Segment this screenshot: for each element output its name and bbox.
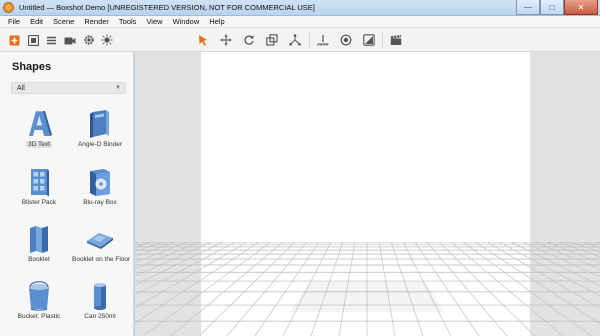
floor-shadow — [290, 282, 445, 312]
grid-line — [135, 242, 164, 253]
grid-line — [438, 242, 536, 336]
grid-line — [135, 242, 260, 324]
shape-label: Angle-D Binder — [77, 141, 123, 148]
app-icon[interactable]: ⌂ — [3, 2, 14, 13]
grid-line — [142, 242, 272, 336]
target-icon[interactable] — [340, 34, 352, 46]
menu-file[interactable]: File — [0, 17, 25, 26]
panel-title: Shapes — [12, 61, 52, 73]
shape-item-angle-d-binder[interactable]: Angle-D Binder — [70, 109, 130, 161]
select-arrow-icon[interactable] — [197, 34, 209, 46]
shape-item-can-250ml[interactable]: Can 250ml — [70, 281, 130, 333]
grid-line — [135, 242, 236, 296]
bluray-box-icon — [85, 167, 115, 197]
grid-line — [450, 242, 564, 336]
ground-icon[interactable] — [317, 34, 329, 46]
menu-tools[interactable]: Tools — [114, 17, 142, 26]
bucket-icon — [24, 281, 54, 311]
grid-line — [474, 242, 600, 325]
shape-item-booklet-on-the-floor[interactable]: Booklet on the Floor — [70, 224, 130, 276]
title-bar: ⌂ Untitled — Boxshot Demo [UNREGISTERED … — [0, 0, 600, 16]
grid-line — [522, 242, 600, 278]
menu-edit[interactable]: Edit — [25, 17, 48, 26]
camera-icon[interactable] — [64, 34, 76, 46]
shape-item-3d-text[interactable]: 3D Text — [9, 109, 69, 161]
maximize-button[interactable]: □ — [540, 0, 564, 15]
shape-label: Blu-ray Box — [83, 199, 117, 206]
floor-grid — [135, 242, 600, 336]
scale-icon[interactable] — [266, 34, 278, 46]
render-clapper-icon[interactable] — [390, 34, 402, 46]
can-icon — [85, 281, 115, 311]
shape-label: Booklet on the Floor — [72, 256, 131, 263]
shape-label: Booklet — [28, 256, 50, 263]
rotate-icon[interactable] — [243, 34, 255, 46]
chevron-down-icon: ▼ — [115, 85, 121, 91]
filter-value: All — [17, 85, 25, 92]
grid-line — [170, 242, 284, 336]
grid-line — [498, 242, 600, 297]
menu-help[interactable]: Help — [204, 17, 229, 26]
text-3d-icon — [24, 109, 54, 139]
axis-icon[interactable] — [289, 34, 301, 46]
grid-line — [426, 242, 508, 336]
move-icon[interactable] — [220, 34, 232, 46]
binder-icon — [85, 109, 115, 139]
grid-line — [226, 242, 308, 336]
gear-icon[interactable] — [83, 34, 95, 46]
grid-line — [558, 242, 600, 258]
material-icon[interactable] — [363, 34, 375, 46]
window-controls: — □ ✕ — [516, 0, 598, 15]
grid-line — [570, 242, 600, 253]
booklet-floor-icon — [85, 224, 115, 254]
toolbar — [0, 28, 600, 52]
toolbar-separator — [309, 33, 310, 47]
shape-label: Can 250ml — [84, 313, 116, 320]
booklet-icon — [24, 224, 54, 254]
shape-item-blu-ray-box[interactable]: Blu-ray Box — [70, 167, 130, 219]
shape-item-booklet[interactable]: Booklet — [9, 224, 69, 276]
menu-view[interactable]: View — [141, 17, 167, 26]
blister-pack-icon — [24, 167, 54, 197]
shape-label: 3D Text — [26, 141, 52, 148]
toolbar-separator — [382, 33, 383, 47]
menu-scene[interactable]: Scene — [48, 17, 79, 26]
add-icon[interactable] — [8, 34, 20, 46]
shape-label: Bucket: Plastic — [17, 313, 61, 320]
window-title: Untitled — Boxshot Demo [UNREGISTERED VE… — [19, 3, 315, 12]
light-icon[interactable] — [101, 34, 113, 46]
menu-bar: File Edit Scene Render Tools View Window… — [0, 16, 600, 28]
grid-line — [198, 242, 296, 336]
grid-line — [462, 242, 592, 336]
menu-render[interactable]: Render — [79, 17, 114, 26]
shape-filter-dropdown[interactable]: All ▼ — [11, 82, 126, 94]
minimize-button[interactable]: — — [516, 0, 540, 15]
close-button[interactable]: ✕ — [564, 0, 598, 15]
shape-label: Blister Pack — [21, 199, 57, 206]
scene-viewport[interactable] — [135, 52, 600, 336]
shapes-panel: Shapes All ▼ 3D Text Angle-D Binder Blis… — [0, 52, 134, 336]
shape-item-blister-pack[interactable]: Blister Pack — [9, 167, 69, 219]
list-icon[interactable] — [45, 34, 57, 46]
menu-window[interactable]: Window — [168, 17, 205, 26]
shape-item-bucket-plastic[interactable]: Bucket: Plastic — [9, 281, 69, 333]
frame-icon[interactable] — [27, 34, 39, 46]
grid-line — [135, 242, 176, 258]
